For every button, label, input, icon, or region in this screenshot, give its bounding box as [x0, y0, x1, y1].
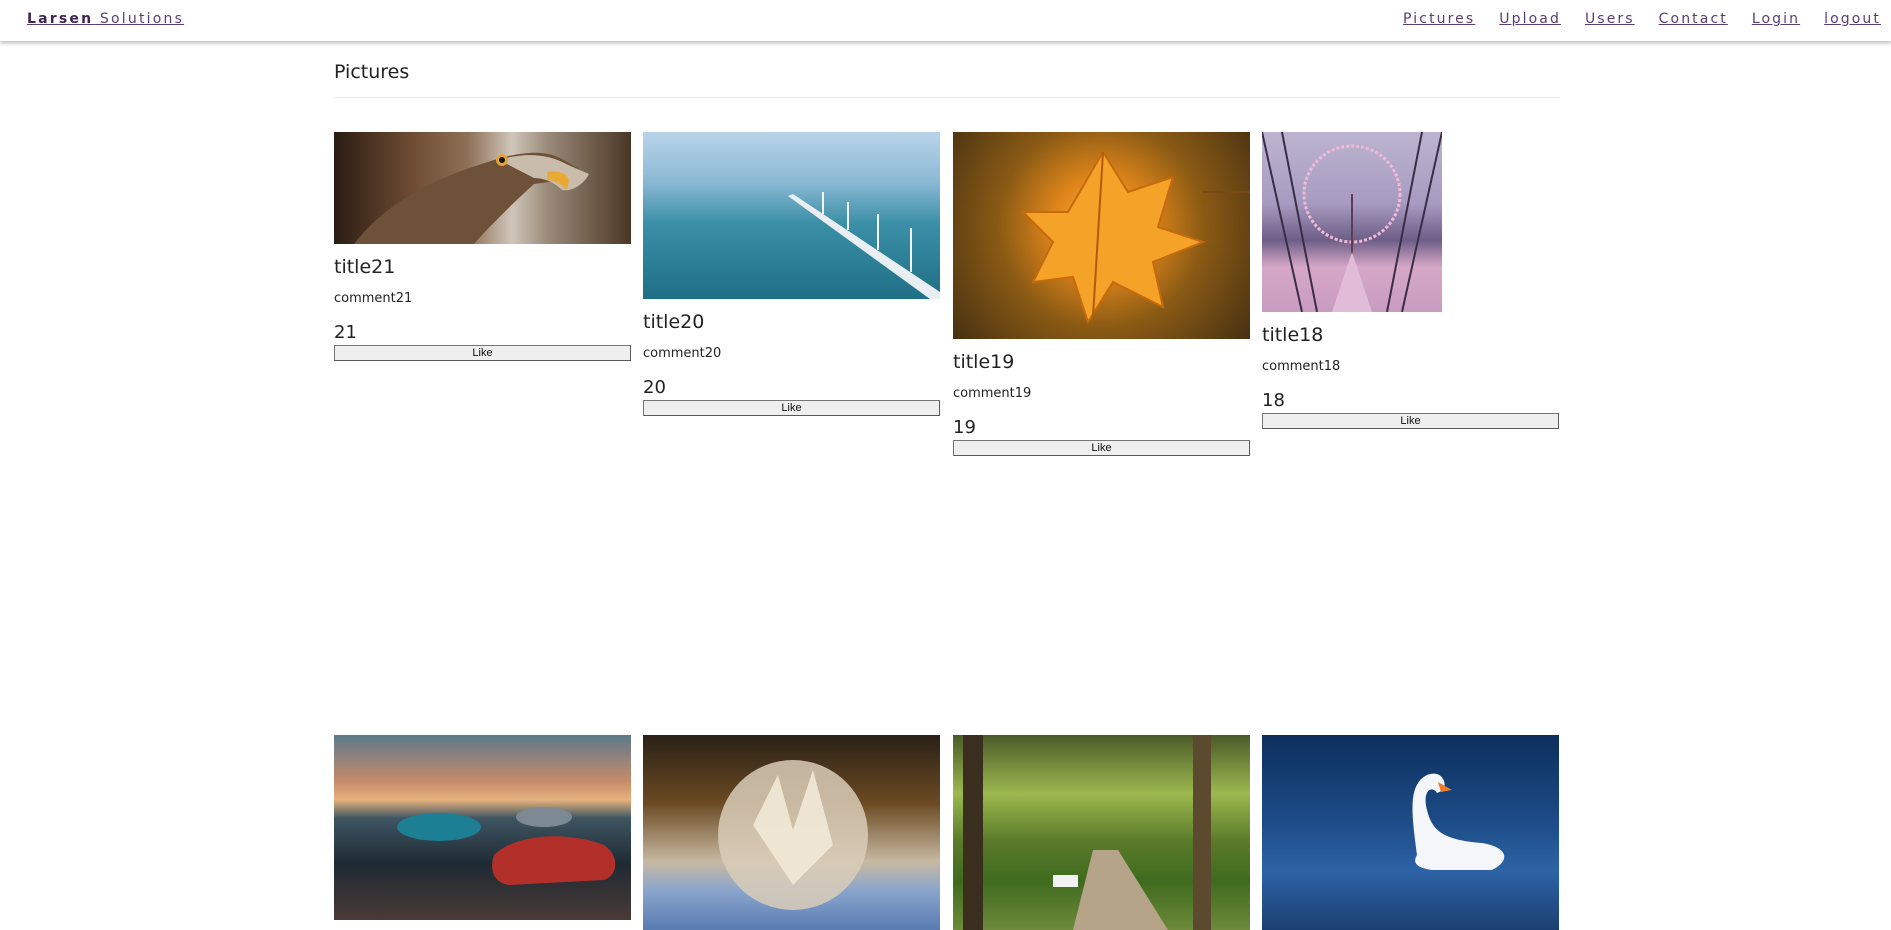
picture-card: title19 comment19 19 Like — [953, 132, 1250, 456]
nav-pictures[interactable]: Pictures — [1403, 11, 1475, 27]
nav-upload[interactable]: Upload — [1499, 11, 1561, 27]
picture-card — [334, 735, 631, 920]
page-title: Pictures — [334, 61, 410, 83]
like-button[interactable]: Like — [643, 400, 940, 416]
top-navbar: Larsen Solutions Pictures Upload Users C… — [0, 0, 1891, 41]
like-count: 21 — [334, 322, 357, 343]
like-button[interactable]: Like — [1262, 413, 1559, 429]
picture-card: title20 comment20 20 Like — [643, 132, 940, 416]
like-button[interactable]: Like — [953, 440, 1250, 456]
photo-cars[interactable] — [334, 735, 631, 920]
brand-bold: Larsen — [27, 11, 94, 27]
leaf-art — [1020, 150, 1250, 325]
picture-comment: comment21 — [334, 291, 413, 306]
picture-card: title18 comment18 18 Like — [1262, 132, 1559, 429]
picture-card — [953, 735, 1250, 930]
picture-card — [643, 735, 940, 930]
photo-swan[interactable] — [1262, 735, 1559, 930]
picture-card: title21 comment21 21 Like — [334, 132, 631, 361]
nav-logout[interactable]: logout — [1824, 11, 1881, 27]
picture-comment: comment18 — [1262, 359, 1341, 374]
photo-ferris-wheel[interactable] — [1262, 132, 1442, 312]
bubble-art — [718, 760, 868, 910]
picture-comment: comment20 — [643, 346, 722, 361]
brand-link[interactable]: Larsen Solutions — [27, 11, 184, 27]
park-art — [963, 735, 1211, 930]
picture-comment: comment19 — [953, 386, 1032, 401]
title-divider — [334, 97, 1560, 98]
like-count: 18 — [1262, 390, 1285, 411]
photo-bridge[interactable] — [643, 132, 940, 299]
main-nav: Pictures Upload Users Contact Login logo… — [1403, 11, 1881, 27]
picture-title: title18 — [1262, 324, 1324, 346]
nav-users[interactable]: Users — [1585, 11, 1635, 27]
picture-title: title21 — [334, 256, 396, 278]
cars-art — [397, 807, 616, 885]
picture-card — [1262, 735, 1559, 930]
ferris-wheel-art — [1262, 132, 1442, 312]
swan-art — [1412, 773, 1505, 870]
like-button[interactable]: Like — [334, 345, 631, 361]
picture-title: title20 — [643, 311, 705, 333]
eagle-art — [354, 152, 589, 244]
nav-contact[interactable]: Contact — [1659, 11, 1728, 27]
like-count: 19 — [953, 417, 976, 438]
photo-eagle[interactable] — [334, 132, 631, 244]
photo-frozen-bubble[interactable] — [643, 735, 940, 930]
like-count: 20 — [643, 377, 666, 398]
nav-login[interactable]: Login — [1752, 11, 1800, 27]
photo-leaf[interactable] — [953, 132, 1250, 339]
brand-rest: Solutions — [93, 11, 185, 27]
photo-park-path[interactable] — [953, 735, 1250, 930]
picture-title: title19 — [953, 351, 1015, 373]
bridge-art — [788, 192, 940, 299]
